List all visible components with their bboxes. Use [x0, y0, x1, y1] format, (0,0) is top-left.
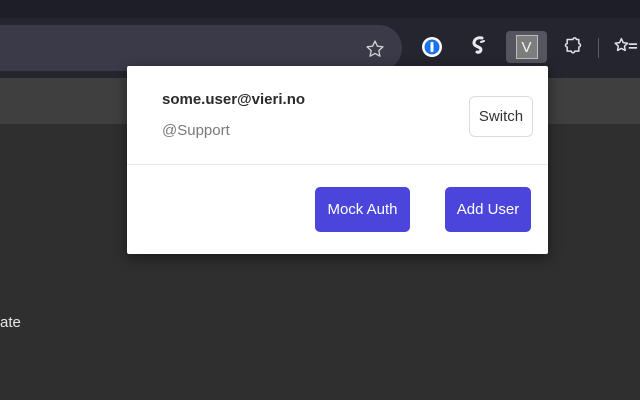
- popup-divider: [127, 164, 548, 165]
- toolbar-divider: [598, 38, 599, 58]
- add-user-button[interactable]: Add User: [445, 187, 531, 232]
- page-partial-text: ate: [0, 314, 21, 331]
- window-titlebar: [0, 0, 640, 18]
- bookmarks-icon[interactable]: [612, 34, 640, 60]
- svelte-icon[interactable]: [466, 34, 492, 60]
- mock-auth-button[interactable]: Mock Auth: [315, 187, 410, 232]
- star-icon[interactable]: [362, 36, 388, 62]
- user-role: @Support: [162, 122, 230, 139]
- switch-button[interactable]: Switch: [469, 96, 533, 137]
- extensions-puzzle-icon[interactable]: [560, 34, 586, 60]
- vieri-extension-icon[interactable]: V: [506, 31, 547, 63]
- user-email: some.user@vieri.no: [162, 91, 306, 108]
- onepassword-icon[interactable]: [419, 34, 445, 60]
- extension-popup: some.user@vieri.no @Support Switch Mock …: [127, 66, 548, 254]
- address-bar[interactable]: [0, 25, 402, 71]
- vieri-extension-letter: V: [515, 35, 538, 59]
